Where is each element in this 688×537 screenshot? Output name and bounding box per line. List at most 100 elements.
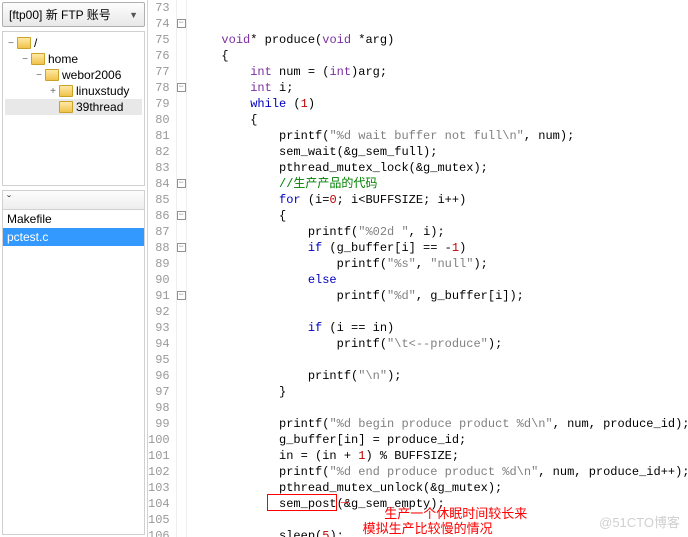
line-number: 100 bbox=[148, 432, 170, 448]
fold-marker[interactable]: − bbox=[177, 16, 186, 32]
code-line[interactable] bbox=[193, 304, 688, 320]
code-line[interactable]: pthread_mutex_unlock(&g_mutex); bbox=[193, 480, 688, 496]
code-line[interactable]: int i; bbox=[193, 80, 688, 96]
code-line[interactable]: printf("%02d ", i); bbox=[193, 224, 688, 240]
tree-item-label: home bbox=[48, 52, 78, 66]
file-list-header[interactable]: ˇ bbox=[3, 191, 144, 210]
code-line[interactable]: printf("\t<--produce"); bbox=[193, 336, 688, 352]
tree-twisty-icon[interactable]: − bbox=[19, 54, 31, 65]
fold-marker bbox=[177, 32, 186, 48]
code-line[interactable]: { bbox=[193, 208, 688, 224]
fold-column[interactable]: − − − − − − bbox=[177, 0, 187, 537]
fold-marker bbox=[177, 96, 186, 112]
fold-marker bbox=[177, 432, 186, 448]
folder-icon bbox=[59, 101, 73, 113]
code-line[interactable]: //生产产品的代码 bbox=[193, 176, 688, 192]
fold-marker bbox=[177, 272, 186, 288]
code-line[interactable]: void* produce(void *arg) bbox=[193, 32, 688, 48]
line-number: 96 bbox=[148, 368, 170, 384]
line-number: 85 bbox=[148, 192, 170, 208]
fold-marker bbox=[177, 304, 186, 320]
code-line[interactable]: g_buffer[in] = produce_id; bbox=[193, 432, 688, 448]
fold-marker bbox=[177, 528, 186, 537]
code-source[interactable]: void* produce(void *arg) { int num = (in… bbox=[187, 0, 688, 537]
code-line[interactable]: else bbox=[193, 272, 688, 288]
fold-marker[interactable]: − bbox=[177, 80, 186, 96]
line-number: 81 bbox=[148, 128, 170, 144]
line-number: 97 bbox=[148, 384, 170, 400]
tree-item-label: webor2006 bbox=[62, 68, 121, 82]
code-line[interactable]: printf("%d end produce product %d\n", nu… bbox=[193, 464, 688, 480]
file-row[interactable]: pctest.c bbox=[3, 228, 144, 246]
tree-item[interactable]: 39thread bbox=[5, 99, 142, 115]
tree-item[interactable]: −/ bbox=[5, 35, 142, 51]
code-line[interactable] bbox=[193, 352, 688, 368]
line-number: 88 bbox=[148, 240, 170, 256]
line-number: 83 bbox=[148, 160, 170, 176]
fold-marker bbox=[177, 480, 186, 496]
line-number: 80 bbox=[148, 112, 170, 128]
folder-icon bbox=[17, 37, 31, 49]
line-number: 87 bbox=[148, 224, 170, 240]
code-line[interactable]: printf("%d", g_buffer[i]); bbox=[193, 288, 688, 304]
line-number: 75 bbox=[148, 32, 170, 48]
fold-marker bbox=[177, 336, 186, 352]
line-number-gutter: 7374757677787980818283848586878889909192… bbox=[148, 0, 177, 537]
code-line[interactable]: for (i=0; i<BUFFSIZE; i++) bbox=[193, 192, 688, 208]
fold-marker[interactable]: − bbox=[177, 208, 186, 224]
line-number: 98 bbox=[148, 400, 170, 416]
fold-marker bbox=[177, 64, 186, 80]
fold-marker bbox=[177, 448, 186, 464]
line-number: 103 bbox=[148, 480, 170, 496]
code-line[interactable]: } bbox=[193, 384, 688, 400]
code-line[interactable]: while (1) bbox=[193, 96, 688, 112]
code-line[interactable]: printf("%d begin produce product %d\n", … bbox=[193, 416, 688, 432]
ftp-account-label: [ftp00] 新 FTP 账号 bbox=[9, 6, 111, 23]
line-number: 82 bbox=[148, 144, 170, 160]
ftp-account-dropdown[interactable]: [ftp00] 新 FTP 账号 ▼ bbox=[2, 2, 145, 27]
file-row[interactable]: Makefile bbox=[3, 210, 144, 228]
line-number: 93 bbox=[148, 320, 170, 336]
fold-marker bbox=[177, 352, 186, 368]
line-number: 92 bbox=[148, 304, 170, 320]
code-line[interactable]: int num = (int)arg; bbox=[193, 64, 688, 80]
code-line[interactable]: printf("%d wait buffer not full\n", num)… bbox=[193, 128, 688, 144]
code-line[interactable]: printf("\n"); bbox=[193, 368, 688, 384]
left-panel: [ftp00] 新 FTP 账号 ▼ −/−home−webor2006+lin… bbox=[0, 0, 148, 537]
fold-marker[interactable]: − bbox=[177, 288, 186, 304]
fold-marker[interactable]: − bbox=[177, 176, 186, 192]
tree-item[interactable]: − webor2006 bbox=[5, 67, 142, 83]
fold-marker bbox=[177, 128, 186, 144]
fold-marker[interactable]: − bbox=[177, 240, 186, 256]
watermark: @51CTO博客 bbox=[599, 515, 680, 531]
fold-marker bbox=[177, 512, 186, 528]
tree-twisty-icon[interactable]: − bbox=[33, 70, 45, 81]
code-line[interactable]: printf("%s", "null"); bbox=[193, 256, 688, 272]
line-number: 76 bbox=[148, 48, 170, 64]
fold-marker bbox=[177, 256, 186, 272]
fold-marker bbox=[177, 48, 186, 64]
tree-item[interactable]: − home bbox=[5, 51, 142, 67]
tree-item-label: / bbox=[34, 36, 37, 50]
fold-marker bbox=[177, 320, 186, 336]
folder-tree[interactable]: −/−home−webor2006+linuxstudy39thread bbox=[2, 31, 145, 186]
code-line[interactable]: { bbox=[193, 112, 688, 128]
line-number: 102 bbox=[148, 464, 170, 480]
fold-marker bbox=[177, 384, 186, 400]
line-number: 74 bbox=[148, 16, 170, 32]
code-line[interactable]: in = (in + 1) % BUFFSIZE; bbox=[193, 448, 688, 464]
tree-item[interactable]: +linuxstudy bbox=[5, 83, 142, 99]
code-line[interactable]: { bbox=[193, 48, 688, 64]
fold-marker bbox=[177, 192, 186, 208]
fold-marker bbox=[177, 416, 186, 432]
code-editor[interactable]: 7374757677787980818283848586878889909192… bbox=[148, 0, 688, 537]
code-line[interactable]: if (g_buffer[i] == -1) bbox=[193, 240, 688, 256]
line-number: 77 bbox=[148, 64, 170, 80]
code-line[interactable]: if (i == in) bbox=[193, 320, 688, 336]
code-line[interactable] bbox=[193, 400, 688, 416]
code-line[interactable]: sem_wait(&g_sem_full); bbox=[193, 144, 688, 160]
code-line[interactable]: sem_post(&g_sem_empty); bbox=[193, 496, 688, 512]
tree-twisty-icon[interactable]: − bbox=[5, 38, 17, 49]
tree-twisty-icon[interactable]: + bbox=[47, 86, 59, 97]
code-line[interactable]: pthread_mutex_lock(&g_mutex); bbox=[193, 160, 688, 176]
